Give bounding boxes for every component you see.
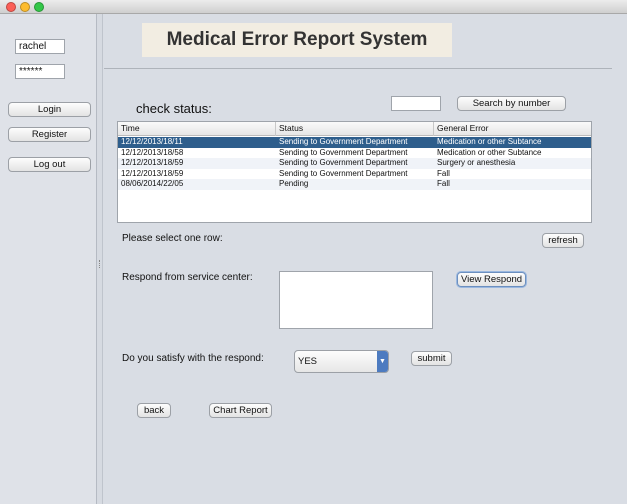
table-cell-time: 12/12/2013/18/59	[121, 168, 184, 178]
table-row[interactable]: 12/12/2013/18/59 Sending to Government D…	[118, 169, 591, 180]
password-field[interactable]: ******	[15, 64, 65, 79]
table-cell-time: 12/12/2013/18/58	[121, 147, 184, 157]
divider-grip-icon	[99, 260, 101, 268]
table-cell-error: Medication or other Subtance	[437, 137, 542, 146]
table-row[interactable]: 12/12/2013/18/59 Sending to Government D…	[118, 158, 591, 169]
satisfy-select-value: YES	[298, 356, 318, 367]
table-cell-status: Sending to Government Department	[279, 168, 408, 178]
submit-button[interactable]: submit	[411, 351, 452, 366]
refresh-button[interactable]: refresh	[542, 233, 584, 248]
table-cell-status: Sending to Government Department	[279, 137, 408, 146]
table-row[interactable]: 12/12/2013/18/58 Sending to Government D…	[118, 148, 591, 159]
zoom-window-icon[interactable]	[34, 2, 44, 12]
table-cell-time: 12/12/2013/18/59	[121, 158, 184, 167]
title-banner: Medical Error Report System	[142, 23, 452, 57]
back-button[interactable]: back	[137, 403, 171, 418]
sidebar: rachel ****** Login Register Log out	[0, 14, 97, 504]
main-panel	[104, 14, 627, 504]
view-respond-button[interactable]: View Respond	[457, 272, 526, 287]
logout-button[interactable]: Log out	[8, 157, 91, 172]
minimize-window-icon[interactable]	[20, 2, 30, 12]
table-cell-status: Sending to Government Department	[279, 158, 408, 167]
table-cell-error: Fall	[437, 168, 450, 178]
table-row[interactable]: 08/06/2014/22/05 Pending Fall	[118, 179, 591, 190]
chart-report-button[interactable]: Chart Report	[209, 403, 272, 418]
select-row-prompt: Please select one row:	[122, 233, 223, 244]
search-number-input[interactable]	[391, 96, 441, 111]
column-header-general-error[interactable]: General Error	[434, 122, 591, 136]
respond-text-area[interactable]	[279, 271, 433, 329]
username-field[interactable]: rachel	[15, 39, 65, 54]
split-pane-divider[interactable]	[97, 14, 103, 504]
respond-label: Respond from service center:	[122, 272, 253, 283]
table-header: Time Status General Error	[118, 122, 591, 136]
login-button[interactable]: Login	[8, 102, 91, 117]
window-titlebar	[0, 0, 627, 14]
check-status-label: check status:	[136, 101, 212, 116]
satisfy-select[interactable]: YES ▼	[294, 350, 389, 373]
register-button[interactable]: Register	[8, 127, 91, 142]
table-cell-status: Pending	[279, 179, 309, 188]
header-divider	[104, 68, 612, 69]
table-cell-error: Medication or other Subtance	[437, 147, 542, 157]
status-table[interactable]: Time Status General Error 12/12/2013/18/…	[117, 121, 592, 223]
table-cell-status: Sending to Government Department	[279, 147, 408, 157]
search-by-number-button[interactable]: Search by number	[457, 96, 566, 111]
table-cell-error: Fall	[437, 179, 450, 188]
satisfy-label: Do you satisfy with the respond:	[122, 353, 264, 364]
dropdown-arrow-icon[interactable]: ▼	[377, 351, 388, 372]
table-row[interactable]: 12/12/2013/18/11 Sending to Government D…	[118, 137, 591, 148]
page-title: Medical Error Report System	[166, 29, 428, 50]
table-cell-time: 08/06/2014/22/05	[121, 179, 184, 188]
column-header-time[interactable]: Time	[118, 122, 276, 136]
table-cell-error: Surgery or anesthesia	[437, 158, 516, 167]
table-cell-time: 12/12/2013/18/11	[121, 137, 183, 146]
close-window-icon[interactable]	[6, 2, 16, 12]
column-header-status[interactable]: Status	[276, 122, 434, 136]
